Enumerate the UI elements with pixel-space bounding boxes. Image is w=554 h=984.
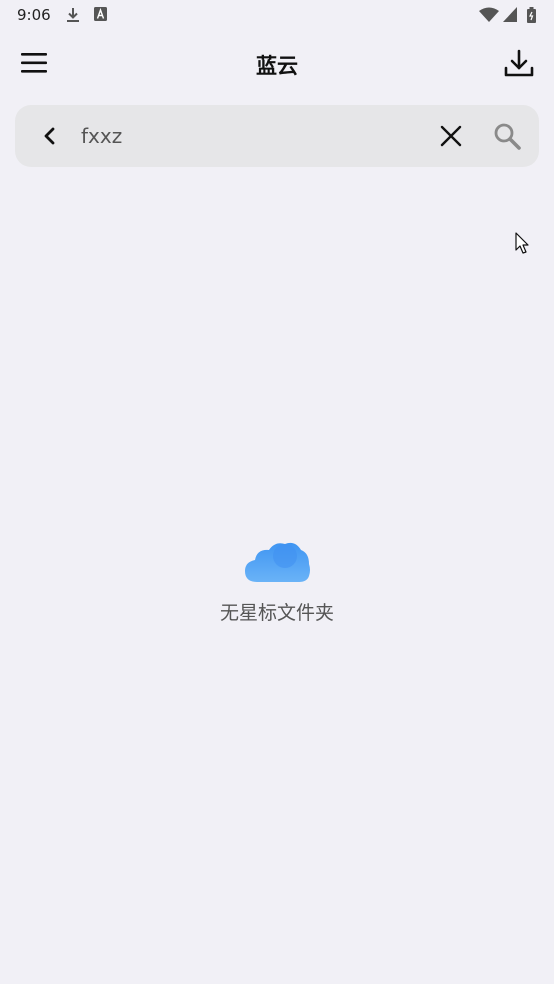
status-bar: 9:06 (0, 0, 554, 30)
battery-icon (527, 7, 536, 23)
search-bar (15, 105, 539, 167)
signal-icon (503, 7, 517, 22)
empty-state: 无星标文件夹 (0, 536, 554, 625)
chevron-left-icon (44, 127, 55, 145)
empty-message: 无星标文件夹 (219, 602, 334, 624)
status-time: 9:06 (17, 6, 51, 24)
app-bar: 蓝云 (0, 36, 554, 92)
download-button[interactable] (502, 47, 536, 81)
page-title: 蓝云 (256, 54, 298, 78)
download-icon (504, 49, 534, 77)
close-icon (440, 125, 462, 147)
text-a-icon (94, 7, 107, 21)
wifi-icon (479, 7, 499, 22)
search-button[interactable] (492, 121, 522, 151)
back-button[interactable] (37, 123, 63, 149)
download-status-icon (67, 8, 79, 22)
mouse-cursor-icon (515, 232, 529, 254)
cloud-icon (245, 542, 310, 582)
clear-search-button[interactable] (438, 123, 464, 149)
search-input[interactable] (81, 119, 411, 153)
search-icon (494, 123, 521, 150)
